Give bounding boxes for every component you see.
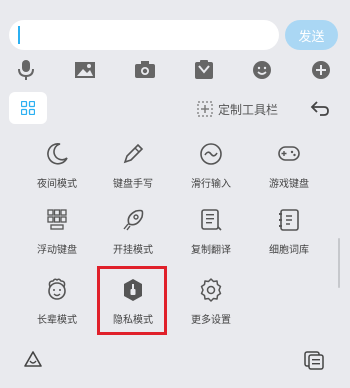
elder-face-icon [48,278,66,300]
microphone-icon[interactable] [14,58,38,82]
gear-icon [200,278,222,302]
bottom-bar [0,340,350,388]
panel-scrollbar[interactable] [338,238,340,288]
gamepad-icon [278,146,300,161]
text-caret [18,26,20,44]
grid-item-game-keyboard[interactable]: 游戏键盘 [249,132,329,192]
grid-item-handwriting[interactable]: 键盘手写 [93,132,173,192]
customize-toolbar-button[interactable]: 定制工具栏 [197,98,278,120]
grid-item-boost-mode[interactable]: 开挂模式 [93,198,173,258]
dictionary-icon [279,209,299,231]
grid-item-elder-mode[interactable]: 长辈模式 [17,268,97,328]
rocket-icon [123,209,144,231]
translate-icon [201,209,222,231]
grid-icon [21,101,35,115]
customize-toolbar-label: 定制工具栏 [218,102,279,117]
keyboard-collapse-icon[interactable] [303,349,325,371]
grid-item-floating-keyboard[interactable]: 浮动键盘 [17,198,97,258]
swipe-icon [200,143,222,165]
toolbar-icon-row [0,56,350,84]
panel-header: 定制工具栏 [0,90,350,128]
grid-item-night-mode[interactable]: 夜间模式 [17,132,97,192]
image-icon[interactable] [73,58,97,82]
grid-item-more-settings[interactable]: 更多设置 [171,268,251,328]
send-button[interactable]: 发送 [285,20,338,50]
plus-icon[interactable] [309,58,333,82]
camera-icon[interactable] [133,58,157,82]
emoji-icon[interactable] [250,58,274,82]
clipboard-icon[interactable] [192,58,216,82]
selection-highlight [97,266,167,335]
function-grid: 夜间模式 键盘手写 滑行输入 游戏键盘 浮动键盘 开挂模式 复制翻译 细胞词库 … [0,132,350,334]
grid-item-cell-dictionary[interactable]: 细胞词库 [249,198,329,258]
grid-item-copy-translate[interactable]: 复制翻译 [171,198,251,258]
app-logo-icon[interactable] [22,349,44,371]
function-grid-tab[interactable] [9,92,47,124]
back-icon[interactable] [309,97,331,119]
grid-item-swipe-input[interactable]: 滑行输入 [171,132,251,192]
pen-icon [123,143,144,164]
text-input[interactable] [9,20,279,50]
customize-icon [197,101,213,117]
moon-icon [47,142,68,165]
floating-keyboard-icon [47,209,67,230]
